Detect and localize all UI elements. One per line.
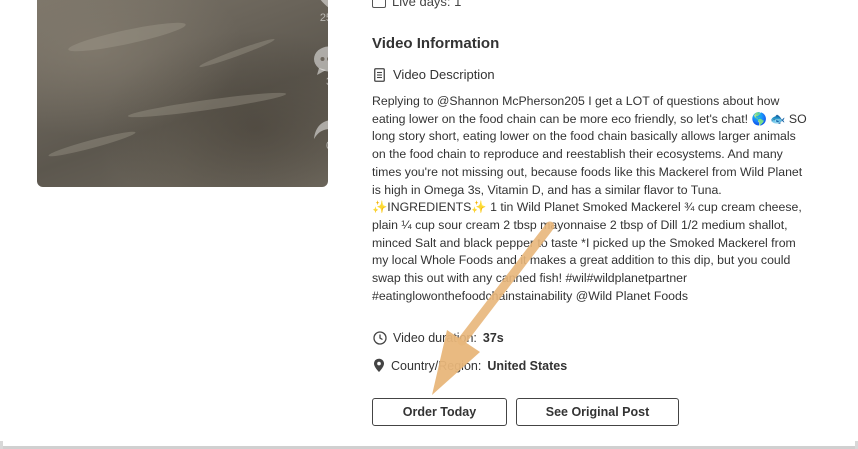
country-region-row: Country/Region: United States	[373, 358, 567, 373]
video-duration-label: Video duration:	[393, 331, 477, 345]
video-description-label: Video Description	[374, 67, 495, 82]
location-pin-icon	[374, 358, 384, 372]
clock-icon	[373, 331, 387, 345]
share-arrow-icon	[314, 120, 328, 139]
shares-count: 0	[307, 140, 328, 152]
comment-action[interactable]: 3	[307, 46, 328, 88]
live-days-row: Live days: 1	[372, 0, 461, 9]
order-today-button[interactable]: Order Today	[372, 398, 507, 426]
video-thumbnail[interactable]: 250 3 0	[37, 0, 328, 187]
country-region-value: United States	[487, 358, 568, 373]
country-region-label: Country/Region:	[391, 358, 482, 373]
video-duration-value: 37s	[482, 331, 504, 345]
see-original-post-button[interactable]: See Original Post	[516, 398, 679, 426]
likes-count: 250	[319, 12, 328, 24]
like-action[interactable]: 250	[307, 0, 328, 24]
heart-icon	[320, 0, 328, 8]
comments-count: 3	[307, 76, 328, 88]
video-description-text: Replying to @Shannon McPherson205 I get …	[372, 94, 807, 303]
comment-bubble-icon	[314, 46, 328, 75]
video-duration-row: Video duration: 37s	[373, 331, 504, 345]
video-description-label-text: Video Description	[393, 67, 495, 82]
calendar-icon	[372, 0, 386, 8]
video-information-title: Video Information	[372, 35, 500, 52]
live-days-text: Live days: 1	[392, 0, 462, 9]
document-icon	[374, 67, 385, 82]
panel-left-border	[0, 441, 3, 449]
share-action[interactable]: 0	[307, 114, 328, 152]
product-detail-panel: 250 3 0 Live days: 1	[0, 0, 858, 449]
